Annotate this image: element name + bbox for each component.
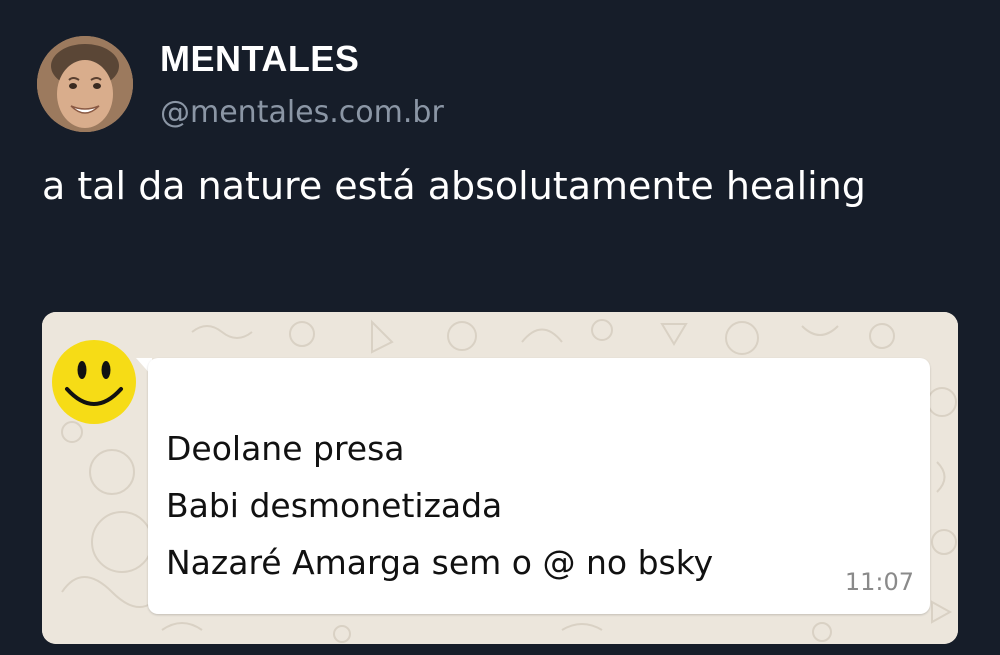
message-timestamp: 11:07 <box>844 568 914 596</box>
post-text: a tal da nature está absolutamente heali… <box>42 164 866 208</box>
message-line: Nazaré Amarga sem o @ no bsky <box>166 543 714 582</box>
smiley-face-icon <box>52 340 136 424</box>
message-line: Deolane presa <box>166 429 405 468</box>
author-avatar[interactable] <box>37 36 133 132</box>
author-display-name[interactable]: MENTALES <box>160 38 359 80</box>
user-avatar-photo-icon <box>37 36 133 132</box>
message-text: Deolane presa Babi desmonetizada Nazaré … <box>166 420 713 591</box>
author-handle[interactable]: @mentales.com.br <box>160 95 444 130</box>
message-bubble[interactable]: Deolane presa Babi desmonetizada Nazaré … <box>148 358 930 614</box>
embedded-chat-image[interactable]: Deolane presa Babi desmonetizada Nazaré … <box>42 312 958 644</box>
message-line: Babi desmonetizada <box>166 486 503 525</box>
